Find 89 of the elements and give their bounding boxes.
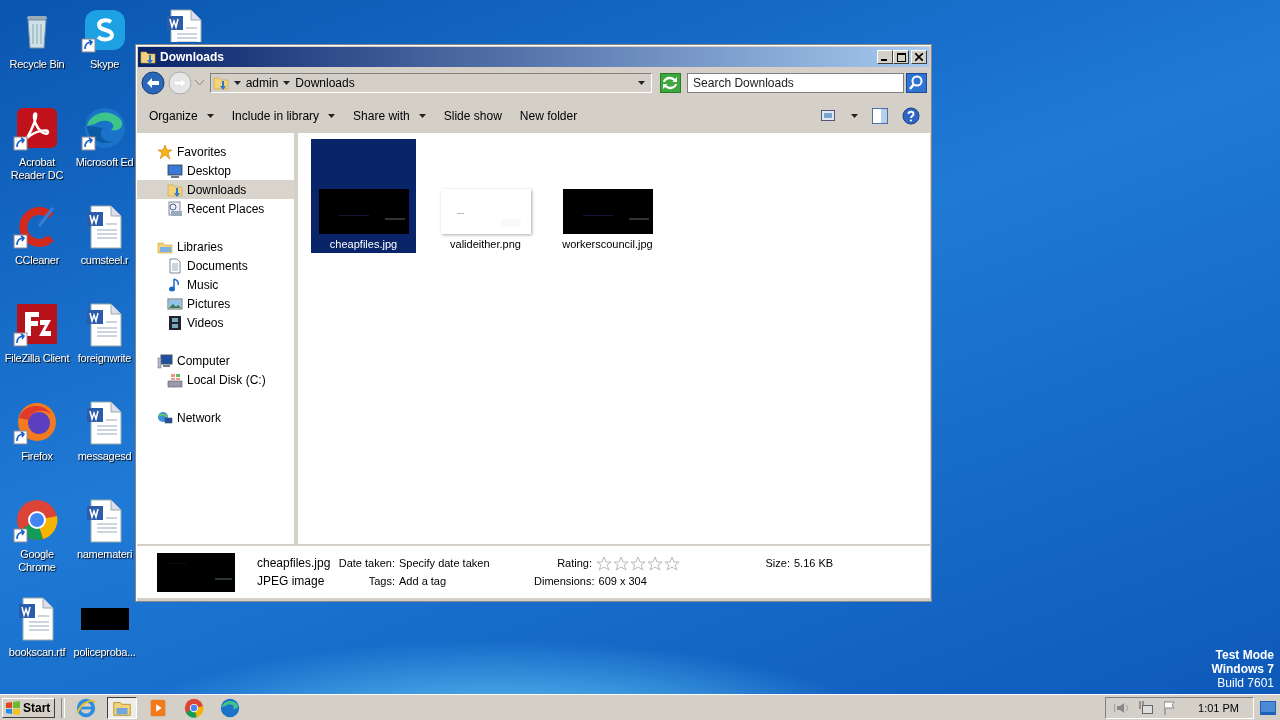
search-icon	[908, 75, 925, 91]
field-label: Dimensions:	[534, 575, 595, 587]
nav-item[interactable]: Documents	[137, 256, 294, 275]
caret-icon[interactable]	[233, 81, 241, 85]
nav-item[interactable]: Downloads	[137, 180, 294, 199]
caret-icon	[328, 114, 336, 118]
desktop-icon-label[interactable]: foreignwrite	[77, 352, 132, 365]
desktop-icon-label[interactable]: cumsteel.r	[80, 254, 129, 267]
system-notice-text: Test Mode	[1215, 648, 1274, 662]
field-label: Date taken:	[337, 557, 395, 569]
address-bar[interactable]: admin Downloads	[209, 73, 652, 93]
caret-icon	[206, 114, 214, 118]
nav-item[interactable]: Local Disk (C:)	[137, 370, 294, 389]
field-value[interactable]: 609 x 304	[598, 575, 647, 587]
field-value[interactable]: 5.16 KB	[794, 557, 834, 569]
refresh-icon	[661, 75, 680, 91]
field-value[interactable]: Specify date taken	[399, 557, 490, 569]
desktop-icon	[167, 162, 183, 179]
field-value[interactable]: Add a tag	[399, 575, 447, 587]
system-notice-text: Build 7601	[1217, 676, 1274, 690]
close-icon	[915, 53, 923, 61]
folder-icon	[140, 49, 156, 65]
toolbar-button[interactable]: Share with	[346, 106, 433, 126]
breadcrumb[interactable]: Downloads	[295, 76, 355, 90]
file-item[interactable]: workerscouncil.jpg	[555, 139, 660, 253]
toolbar-button[interactable]: New folder	[512, 106, 585, 126]
recent-places-icon	[167, 200, 183, 217]
folder-icon[interactable]	[107, 696, 138, 719]
maximize-icon	[896, 52, 906, 62]
toolbar-button[interactable]: Slide show	[436, 106, 509, 126]
back-button[interactable]	[140, 70, 166, 96]
toolbar-button[interactable]: Include in library	[224, 106, 343, 126]
desktop-icon-label[interactable]: messagesd	[77, 450, 132, 463]
caret-icon	[418, 114, 426, 118]
desktop-icon-label[interactable]: Google Chrome	[3, 548, 71, 574]
nav-item[interactable]: Recent Places	[137, 199, 294, 218]
maximize-button[interactable]	[893, 50, 909, 64]
close-button[interactable]	[911, 50, 927, 64]
refresh-button[interactable]	[659, 73, 682, 93]
caret-icon[interactable]	[851, 114, 858, 118]
desktop-icon-label[interactable]: Skype	[89, 58, 120, 71]
breadcrumb[interactable]: admin	[245, 76, 279, 90]
logo-icon	[5, 700, 21, 715]
nav-item[interactable]: Computer	[137, 351, 294, 370]
hard-drive-icon	[167, 371, 183, 388]
computer-icon	[157, 352, 173, 369]
desktop-icon-label[interactable]: CCleaner	[14, 254, 60, 267]
system-notice-text: Windows 7	[1211, 662, 1274, 676]
folder-icon	[167, 181, 183, 198]
minimize-button[interactable]	[877, 50, 893, 64]
desktop-icon-label[interactable]: Microsoft Ed	[75, 156, 134, 169]
folder-icon	[212, 75, 229, 91]
window-title: Downloads	[160, 50, 224, 64]
desktop-icon-label[interactable]: Recycle Bin	[9, 58, 65, 71]
nav-item[interactable]: Favorites	[137, 142, 294, 161]
field-label: Rating:	[556, 557, 592, 569]
file-item[interactable]: cheapfiles.jpg	[311, 139, 416, 253]
desktop-icon-label[interactable]: namemateri	[76, 548, 133, 561]
start-button[interactable]: Start	[2, 697, 56, 718]
field-label: Size:	[764, 557, 790, 569]
picture-frame-icon	[167, 295, 183, 312]
network-icon	[157, 409, 173, 426]
desktop-icon-label[interactable]: bookscan.rtf	[8, 646, 66, 659]
field-label: Tags:	[367, 575, 395, 587]
search-button[interactable]	[905, 73, 927, 93]
toolbar-button[interactable]: Organize	[142, 106, 221, 126]
nav-item[interactable]: Libraries	[137, 237, 294, 256]
file-type: JPEG image	[257, 574, 326, 588]
nav-item[interactable]: Music	[137, 275, 294, 294]
network-icon[interactable]	[1138, 699, 1155, 716]
nav-item[interactable]: Desktop	[137, 161, 294, 180]
caret-icon[interactable]	[637, 81, 645, 85]
nav-item[interactable]: Pictures	[137, 294, 294, 313]
document-icon	[167, 257, 183, 274]
file-name: cheapfiles.jpg	[257, 556, 332, 570]
desktop-icon-label[interactable]: Acrobat Reader DC	[3, 156, 71, 182]
rating-stars[interactable]	[596, 555, 680, 571]
desktop-icon-label[interactable]: FileZilla Client	[4, 352, 70, 365]
search-field[interactable]: Search Downloads	[687, 73, 904, 93]
file-item[interactable]: valideither.png	[433, 139, 538, 253]
caret-icon[interactable]	[283, 81, 291, 85]
show-desktop-icon[interactable]	[1260, 700, 1276, 715]
desktop-icon-label[interactable]: Firefox	[21, 450, 53, 463]
film-strip-icon	[167, 314, 183, 331]
nav-item[interactable]: Network	[137, 408, 294, 427]
star-icon	[157, 143, 173, 160]
nav-item[interactable]: Videos	[137, 313, 294, 332]
desktop-icon-label[interactable]: policeproba...	[73, 646, 136, 659]
clock[interactable]: 1:01 PM	[1198, 701, 1239, 714]
